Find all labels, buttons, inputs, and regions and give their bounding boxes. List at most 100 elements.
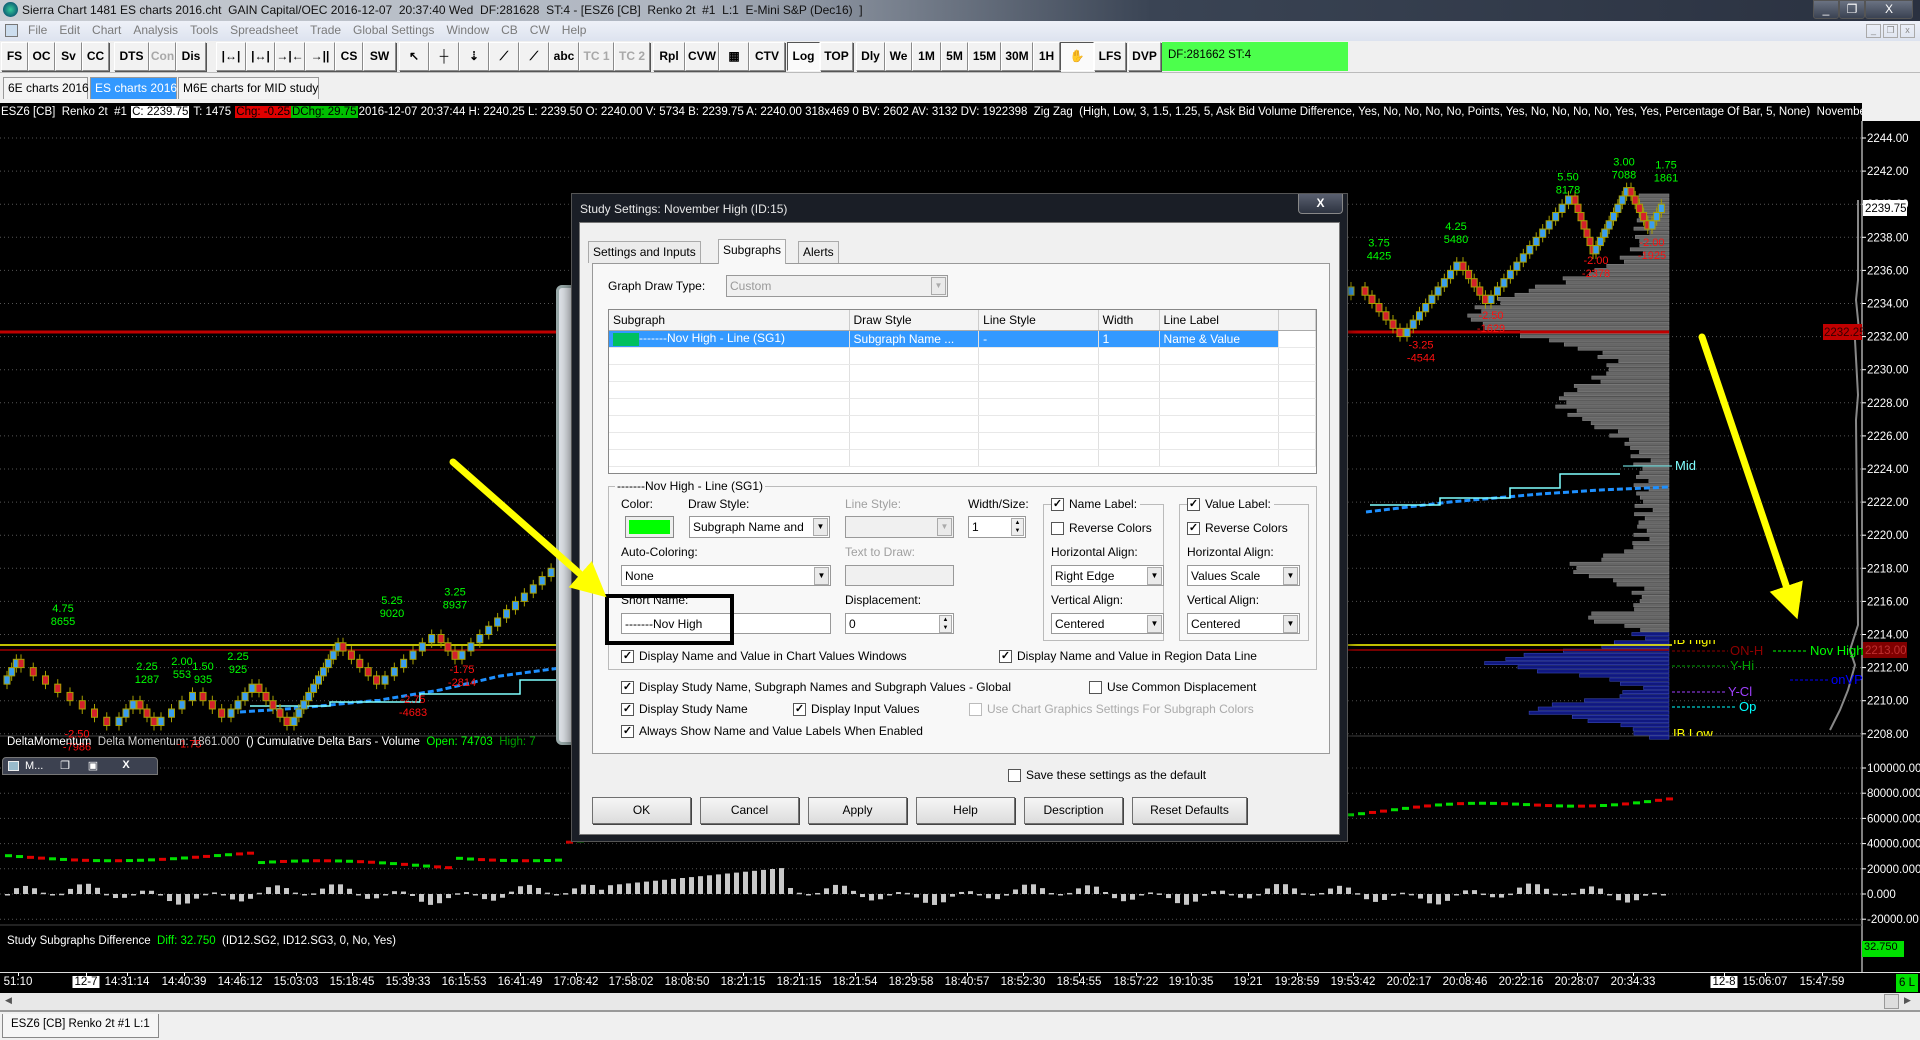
tab-alerts[interactable]: Alerts: [798, 241, 839, 263]
time-label: 15:47:59: [1799, 976, 1845, 988]
column-header[interactable]: Subgraph: [609, 310, 850, 331]
histogram-bar: [1436, 894, 1441, 905]
auto-coloring-select[interactable]: None ▼: [621, 565, 831, 586]
up-brick: [1428, 294, 1436, 305]
always-show-labels-checkbox[interactable]: ✓ Always Show Name and Value Labels When …: [621, 724, 923, 738]
cum-delta-bar: [412, 863, 419, 867]
down-brick: [269, 700, 277, 710]
horizontal-scrollbar[interactable]: ◀ ▶: [0, 993, 1920, 1012]
minimized-window-title: M...: [25, 760, 44, 772]
ok-button[interactable]: OK: [592, 797, 691, 824]
chart-values-checkbox[interactable]: ✓ Display Name and Value in Chart Values …: [621, 649, 907, 663]
width-size-spinner[interactable]: 1 ▲ ▼: [968, 516, 1026, 538]
minimized-window[interactable]: M... ❐ ▣ X: [2, 757, 158, 775]
value-horizontal-align-select[interactable]: Values Scale ▼: [1187, 565, 1300, 586]
histogram-bar: [419, 894, 424, 902]
table-row[interactable]: [609, 415, 1316, 433]
tab-subgraphs[interactable]: Subgraphs: [718, 239, 787, 264]
histogram-bar: [1400, 892, 1405, 895]
close-button[interactable]: X: [108, 759, 144, 771]
display-study-name-checkbox[interactable]: ✓ Display Study Name: [621, 702, 748, 716]
up-brick: [8, 667, 16, 677]
histogram-bar: [707, 875, 712, 894]
zigzag-length-label: -2.75: [400, 694, 425, 706]
graph-draw-type-select[interactable]: Custom ▼: [726, 275, 948, 297]
table-row[interactable]: [609, 347, 1316, 365]
volume-profile-bar: [1649, 537, 1670, 541]
volume-profile-bar: [1563, 392, 1670, 397]
reset-defaults-button[interactable]: Reset Defaults: [1132, 797, 1247, 824]
scroll-left-icon[interactable]: ◀: [5, 995, 12, 1006]
table-row[interactable]: [609, 364, 1316, 382]
display-global-checkbox[interactable]: ✓ Display Study Name, Subgraph Names and …: [621, 680, 1011, 694]
volume-profile-bar: [1633, 603, 1670, 608]
table-row[interactable]: -------Nov High - Line (SG1) Subgraph Nam…: [609, 330, 1316, 348]
value-label-checkbox[interactable]: ✓ Value Label:: [1187, 497, 1274, 511]
region-data-line-checkbox[interactable]: ✓ Display Name and Value in Region Data L…: [999, 649, 1257, 663]
value-vertical-align-select[interactable]: Centered ▼: [1187, 613, 1300, 634]
histogram-bar: [1661, 894, 1666, 896]
chart-tab-esz6[interactable]: ESZ6 [CB] Renko 2t #1 L:1: [2, 1014, 159, 1038]
time-label: 17:58:02: [608, 976, 654, 988]
column-header[interactable]: Width: [1098, 310, 1160, 331]
zigzag-volume-label: 925: [229, 664, 247, 676]
table-row[interactable]: [609, 381, 1316, 399]
value-reverse-colors-checkbox[interactable]: ✓ Reverse Colors: [1187, 521, 1288, 535]
dialog-close-button[interactable]: X: [1298, 194, 1343, 214]
time-tick: [127, 973, 128, 976]
volume-profile-bar: [1600, 379, 1670, 384]
chart-graphics-colors-checkbox[interactable]: Use Chart Graphics Settings For Subgraph…: [969, 702, 1254, 716]
name-reverse-colors-checkbox[interactable]: Reverse Colors: [1051, 521, 1152, 535]
column-header[interactable]: [1278, 310, 1316, 331]
volume-profile-bar: [1640, 628, 1670, 632]
color-picker-button[interactable]: [625, 516, 674, 538]
column-header[interactable]: Line Style: [978, 310, 1099, 331]
description-button[interactable]: Description: [1024, 797, 1123, 824]
price-tick-label: 2244.00: [1867, 133, 1909, 145]
subgraphs-table[interactable]: Subgraph Draw Style Line Style Width Line La…: [608, 309, 1317, 474]
display-input-values-checkbox[interactable]: ✓ Display Input Values: [793, 702, 920, 716]
cum-delta-bar: [1567, 804, 1574, 808]
time-tick: [1191, 973, 1192, 976]
line-style-select[interactable]: ▼: [845, 516, 954, 538]
table-row[interactable]: [609, 398, 1316, 416]
histogram-bar: [617, 884, 622, 894]
cum-delta-bar: [49, 857, 56, 861]
name-vertical-align-select[interactable]: Centered ▼: [1051, 613, 1164, 634]
tab-settings-and-inputs[interactable]: Settings and Inputs: [588, 241, 701, 263]
zigzag-volume-label: -2378: [1582, 268, 1610, 280]
scroll-right-icon[interactable]: ▶: [1904, 995, 1911, 1006]
cum-delta-bar: [27, 855, 34, 859]
histogram-bar: [1283, 884, 1288, 894]
help-button[interactable]: Help: [916, 797, 1015, 824]
table-cell: [849, 449, 980, 467]
text-to-draw-input[interactable]: [845, 565, 954, 586]
common-displacement-checkbox[interactable]: Use Common Displacement: [1089, 680, 1256, 694]
scrollbar-thumb[interactable]: [1884, 994, 1899, 1009]
scale-corner-badge[interactable]: 6 L: [1896, 974, 1918, 992]
cum-delta-bar: [1534, 803, 1541, 807]
spinner-arrows-icon[interactable]: ▲ ▼: [939, 615, 952, 633]
maximize-button[interactable]: ▣: [81, 759, 105, 772]
column-header[interactable]: Draw Style: [849, 310, 980, 331]
draw-style-select[interactable]: Subgraph Name and ▼: [689, 516, 830, 538]
zigzag-volume-label: 553: [173, 669, 191, 681]
table-row[interactable]: [609, 432, 1316, 450]
time-axis[interactable]: 51:10 12-7 14:31:14 14:40:39 14:46:12 15:03:0…: [0, 972, 1920, 993]
time-label: 18:29:58: [888, 976, 934, 988]
apply-button[interactable]: Apply: [808, 797, 907, 824]
displacement-spinner[interactable]: 0 ▲ ▼: [845, 613, 954, 634]
restore-button[interactable]: ❐: [53, 759, 77, 772]
name-label-checkbox[interactable]: ✓ Name Label:: [1051, 497, 1141, 511]
spinner-arrows-icon[interactable]: ▲ ▼: [1011, 518, 1024, 536]
cancel-button[interactable]: Cancel: [700, 797, 799, 824]
column-header[interactable]: Line Label: [1159, 310, 1280, 331]
save-default-checkbox[interactable]: Save these settings as the default: [1008, 768, 1206, 782]
up-brick: [319, 667, 327, 677]
histogram-bar: [41, 892, 46, 895]
select-value: Centered: [1055, 617, 1105, 631]
down-brick: [356, 658, 364, 669]
name-horizontal-align-select[interactable]: Right Edge ▼: [1051, 565, 1164, 586]
table-row[interactable]: [609, 449, 1316, 467]
chevron-down-icon: ▼: [937, 518, 952, 536]
